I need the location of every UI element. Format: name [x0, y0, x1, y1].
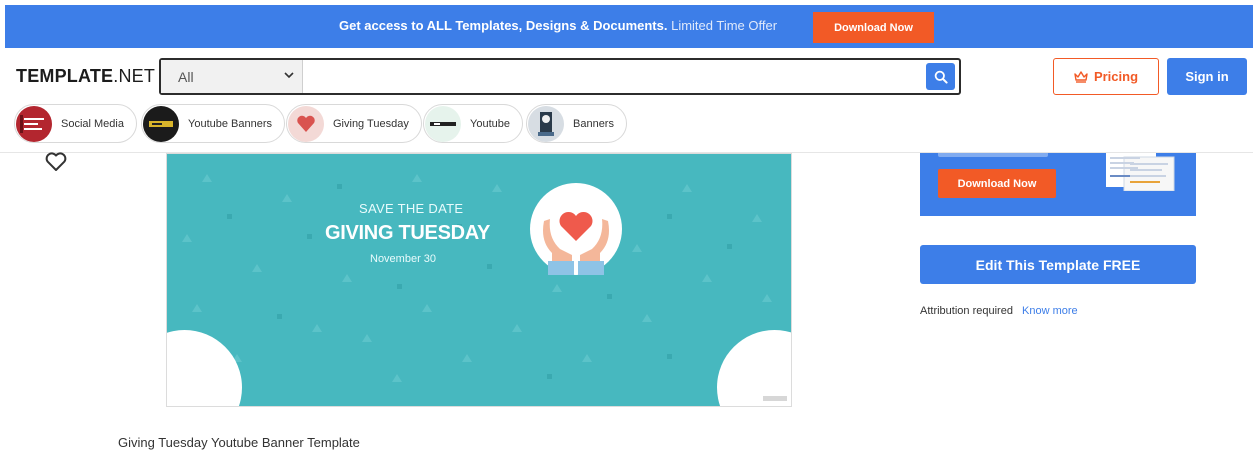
search-input[interactable] — [304, 60, 924, 93]
search-category-select[interactable]: All — [161, 60, 303, 93]
hands-heart-icon — [543, 211, 609, 275]
banner-title: GIVING TUESDAY — [325, 222, 491, 244]
logo-bold: TEMPLATE — [16, 66, 114, 86]
chip-label: Social Media — [61, 117, 124, 130]
template-title: Giving Tuesday Youtube Banner Template — [118, 435, 360, 450]
crown-icon — [1074, 70, 1088, 83]
search-bar: All — [159, 58, 961, 95]
chip-thumbnail — [425, 105, 461, 142]
search-button[interactable] — [926, 63, 955, 90]
category-chips: Social Media Youtube Banners Giving Tues… — [0, 103, 1253, 153]
document-preview-icon — [1106, 153, 1175, 191]
ad-heading-cutoff — [938, 153, 1048, 157]
promo-text-bold: Get access to ALL Templates, Designs & D… — [339, 18, 668, 33]
chip-thumbnail — [16, 105, 52, 142]
attribution-text: Attribution required — [920, 305, 1013, 317]
site-header: TEMPLATE.NET All Pricing Sign in — [0, 48, 1253, 103]
template-preview-image[interactable]: SAVE THE DATE GIVING TUESDAY November 30 — [166, 153, 792, 407]
promo-text-offer: Limited Time Offer — [671, 18, 778, 33]
site-logo[interactable]: TEMPLATE.NET — [16, 66, 155, 87]
logo-suffix: .NET — [113, 66, 156, 86]
banner-save-text: SAVE THE DATE — [359, 201, 464, 216]
promo-download-button[interactable]: Download Now — [813, 12, 934, 43]
banner-icon-circle — [530, 183, 622, 275]
chip-label: Giving Tuesday — [333, 117, 409, 130]
chip-thumbnail — [288, 105, 324, 142]
chip-label: Banners — [573, 117, 614, 130]
search-category-value: All — [178, 69, 194, 85]
sign-in-button[interactable]: Sign in — [1167, 58, 1247, 95]
chip-label: Youtube Banners — [188, 117, 272, 130]
chip-thumbnail — [143, 105, 179, 142]
attribution-note: Attribution required Know more — [920, 305, 1078, 317]
chip-social-media[interactable]: Social Media — [14, 104, 137, 143]
confetti-pattern — [182, 174, 772, 382]
edit-template-button[interactable]: Edit This Template FREE — [920, 245, 1196, 284]
chip-youtube-banners[interactable]: Youtube Banners — [141, 104, 285, 143]
chip-banners[interactable]: Banners — [526, 104, 627, 143]
banner-watermark — [763, 396, 787, 401]
promo-bar: Get access to ALL Templates, Designs & D… — [5, 5, 1253, 48]
know-more-link[interactable]: Know more — [1022, 305, 1078, 317]
chip-giving-tuesday[interactable]: Giving Tuesday — [286, 104, 422, 143]
search-icon — [934, 70, 948, 84]
ad-download-button[interactable]: Download Now — [938, 169, 1056, 198]
heart-icon[interactable] — [45, 152, 67, 172]
promo-text: Get access to ALL Templates, Designs & D… — [339, 18, 777, 33]
chevron-down-icon — [284, 72, 294, 79]
download-ad-box: Download Now — [920, 153, 1196, 216]
chip-label: Youtube — [470, 117, 510, 130]
pricing-label: Pricing — [1093, 69, 1139, 84]
pricing-button[interactable]: Pricing — [1053, 58, 1159, 95]
chip-youtube[interactable]: Youtube — [423, 104, 523, 143]
chip-thumbnail — [528, 105, 564, 142]
banner-date: November 30 — [370, 253, 437, 265]
